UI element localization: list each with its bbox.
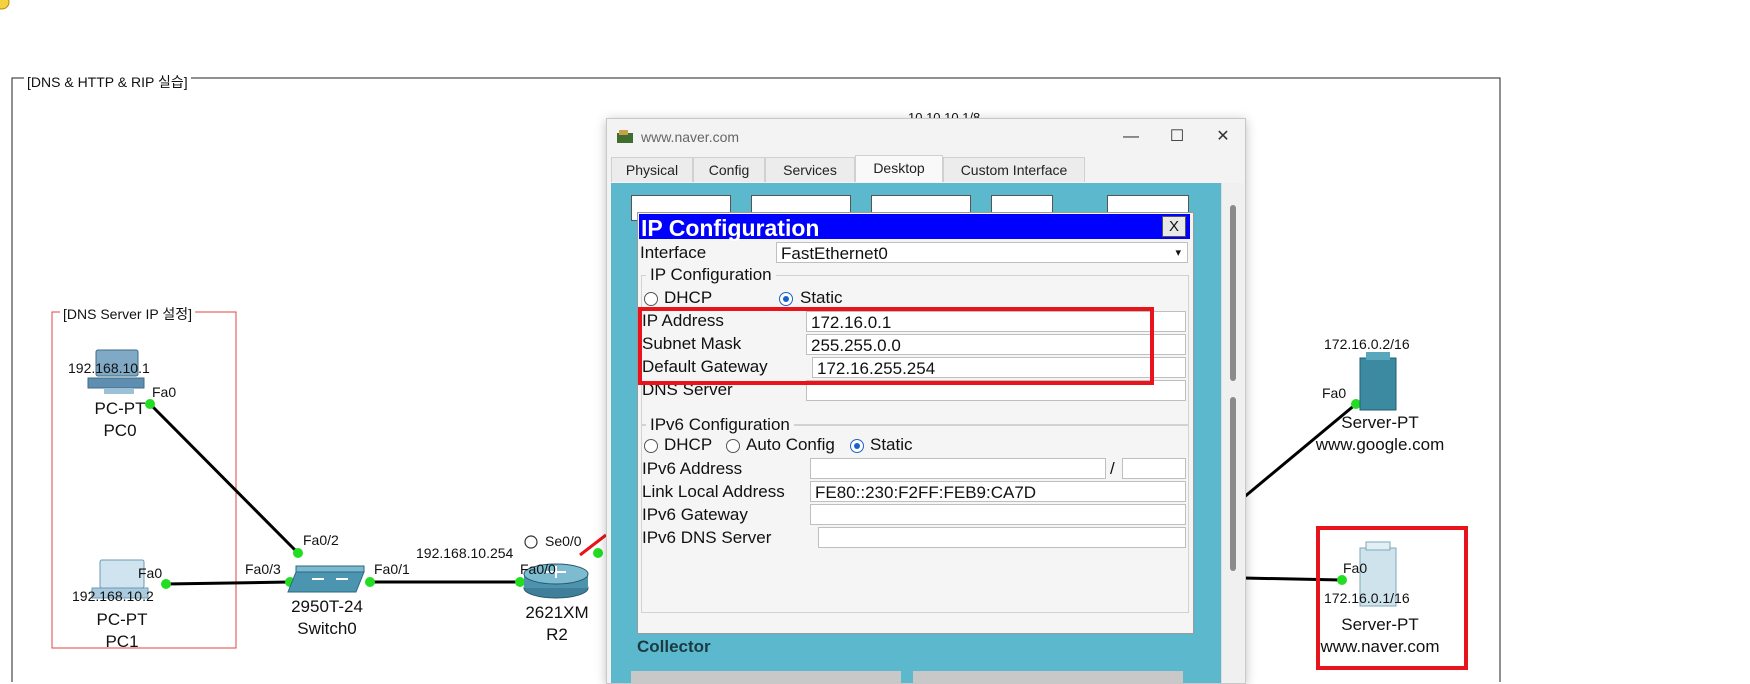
- ipv4-dhcp-radio[interactable]: [644, 292, 658, 306]
- ipv6-dhcp-radio[interactable]: [644, 439, 658, 453]
- ipv6-address-input[interactable]: [810, 458, 1106, 479]
- router-port-lan: Fa0/0: [520, 561, 556, 577]
- warning-icon: [0, 0, 10, 10]
- switch-port-router: Fa0/1: [374, 561, 410, 577]
- dns-group-label: [DNS Server IP 설정]: [60, 304, 195, 324]
- tab-services[interactable]: Services: [765, 157, 855, 182]
- ipv6-static-label: Static: [870, 435, 913, 454]
- ipv6-gateway-label: IPv6 Gateway: [642, 505, 748, 524]
- vertical-scrollbar[interactable]: [1221, 183, 1244, 683]
- router-lan-ip: 192.168.10.254: [416, 545, 514, 561]
- tab-physical[interactable]: Physical: [611, 157, 693, 182]
- switch-port-pc1: Fa0/3: [245, 561, 281, 577]
- desktop-bar: [913, 671, 1183, 683]
- link-pc0-switch: [148, 402, 300, 555]
- pc0-ip: 192.168.10.1: [68, 360, 150, 376]
- ipv4-highlight: [638, 307, 1154, 385]
- interface-select[interactable]: FastEthernet0 ▾: [776, 242, 1188, 263]
- ipv6-prefix-separator: /: [1110, 459, 1115, 478]
- window-titlebar[interactable]: www.naver.com — ☐ ✕: [607, 119, 1245, 155]
- ipv4-static-label: Static: [800, 288, 843, 307]
- clock-icon: [524, 535, 538, 549]
- pc0-name: PC0: [103, 421, 137, 440]
- main-frame-label: [DNS & HTTP & RIP 실습]: [24, 72, 191, 92]
- ip-config-panel: IP Configuration X Interface FastEtherne…: [637, 212, 1194, 634]
- google-ip: 172.16.0.2/16: [1324, 336, 1410, 352]
- desktop-bar: [631, 671, 901, 683]
- interface-label: Interface: [640, 243, 707, 262]
- link-pc1-switch: [165, 580, 291, 586]
- tab-bar: Physical Config Services Desktop Custom …: [607, 155, 1245, 183]
- ipv4-group-label: IP Configuration: [646, 265, 776, 285]
- pc1-name: PC1: [105, 632, 139, 651]
- app-icon: [617, 130, 633, 143]
- switch-port-pc0: Fa0/2: [303, 532, 339, 548]
- minimize-button[interactable]: —: [1111, 125, 1151, 149]
- collector-label: Collector: [637, 637, 711, 656]
- chevron-down-icon: ▾: [1175, 247, 1181, 259]
- link-cloud-naver: [1242, 576, 1343, 582]
- naver-ip: 172.16.0.1/16: [1324, 590, 1410, 606]
- ipv6-auto-radio[interactable]: [726, 439, 740, 453]
- link-local-input[interactable]: FE80::230:F2FF:FEB9:CA7D: [810, 481, 1186, 502]
- scroll-thumb[interactable]: [1230, 205, 1236, 381]
- scroll-thumb[interactable]: [1230, 397, 1236, 571]
- google-name: www.google.com: [1315, 435, 1445, 454]
- router-type: 2621XM: [525, 603, 589, 622]
- pc1-port: Fa0: [138, 565, 163, 581]
- pc1-type: PC-PT: [96, 610, 148, 629]
- google-type: Server-PT: [1341, 413, 1419, 432]
- ip-config-header: IP Configuration X: [639, 214, 1190, 241]
- ipv6-prefix-input[interactable]: [1122, 458, 1186, 479]
- interface-value: FastEthernet0: [781, 244, 888, 263]
- naver-port: Fa0: [1343, 560, 1368, 576]
- ipv6-dhcp-label: DHCP: [664, 435, 713, 454]
- router-name: R2: [546, 625, 568, 644]
- ipv6-group-label: IPv6 Configuration: [646, 415, 794, 435]
- switch-type: 2950T-24: [291, 597, 363, 616]
- tab-custom-interface[interactable]: Custom Interface: [943, 157, 1085, 182]
- naver-type: Server-PT: [1341, 615, 1419, 634]
- window-title: www.naver.com: [641, 129, 740, 145]
- server-icon[interactable]: [1359, 352, 1397, 411]
- google-port: Fa0: [1322, 385, 1347, 401]
- tab-config[interactable]: Config: [693, 157, 765, 182]
- ipv6-gateway-input[interactable]: [810, 504, 1186, 525]
- ipv6-dns-input[interactable]: [818, 527, 1186, 548]
- ipv6-address-label: IPv6 Address: [642, 459, 743, 478]
- ip-config-close-button[interactable]: X: [1162, 216, 1186, 237]
- ipv6-static-radio[interactable]: [850, 439, 864, 453]
- maximize-button[interactable]: ☐: [1157, 125, 1197, 149]
- link-local-label: Link Local Address: [642, 482, 785, 501]
- pc0-type: PC-PT: [94, 399, 146, 418]
- device-window[interactable]: www.naver.com — ☐ ✕ Physical Config Serv…: [606, 118, 1246, 684]
- ipv4-static-radio[interactable]: [779, 292, 793, 306]
- close-button[interactable]: ✕: [1203, 125, 1243, 149]
- ip-config-title: IP Configuration: [641, 215, 820, 241]
- switch-icon[interactable]: [287, 565, 365, 593]
- naver-name: www.naver.com: [1320, 637, 1440, 656]
- switch-name: Switch0: [297, 619, 357, 638]
- pc1-ip: 192.168.10.2: [72, 588, 154, 604]
- tab-desktop[interactable]: Desktop: [855, 155, 943, 182]
- ipv6-dns-label: IPv6 DNS Server: [642, 528, 772, 547]
- router-port-serial: Se0/0: [545, 533, 582, 549]
- ipv6-auto-label: Auto Config: [746, 435, 835, 454]
- ipv4-dhcp-label: DHCP: [664, 288, 713, 307]
